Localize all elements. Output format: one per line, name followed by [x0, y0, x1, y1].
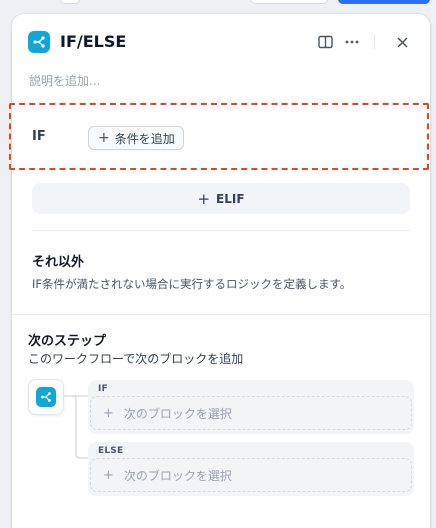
plus-icon: + [197, 189, 211, 208]
section-divider [12, 314, 430, 315]
select-next-block-label: 次のブロックを選択 [123, 468, 232, 483]
branch-connector [64, 395, 88, 459]
if-label: IF [32, 129, 46, 144]
select-next-block-button[interactable]: + 次のブロックを選択 [90, 396, 412, 430]
section-divider [32, 230, 410, 231]
description-input[interactable]: 説明を追加... [29, 72, 100, 89]
toolbar-remnant [250, 0, 328, 4]
more-dots-icon[interactable] [343, 33, 361, 51]
toolbar-remnant-primary [338, 0, 430, 4]
add-elif-button[interactable]: + ELIF [32, 183, 410, 214]
next-step-description: このワークフローで次のブロックを追加 [28, 352, 244, 366]
close-icon[interactable] [393, 33, 411, 51]
if-else-branch-icon [36, 387, 56, 407]
else-description: IF条件が満たされない場合に実行するロジックを定義します。 [32, 277, 352, 291]
panel-title: IF/ELSE [60, 32, 127, 51]
branch-else: ELSE + 次のブロックを選択 [88, 442, 414, 496]
elif-label: ELIF [216, 191, 245, 206]
select-next-block-label: 次のブロックを選択 [123, 406, 232, 421]
if-else-branch-icon [28, 31, 50, 53]
current-node-thumbnail [28, 379, 64, 415]
panel-header: IF/ELSE [12, 14, 430, 72]
branch-if: IF + 次のブロックを選択 [88, 380, 414, 434]
else-title: それ以外 [32, 255, 85, 270]
plus-icon: + [98, 130, 110, 146]
header-divider [374, 35, 375, 49]
plus-icon: + [103, 405, 114, 421]
add-condition-label: 条件を追加 [114, 131, 175, 146]
select-next-block-button[interactable]: + 次のブロックを選択 [90, 458, 412, 492]
plus-icon: + [103, 467, 114, 483]
book-open-icon[interactable] [316, 33, 334, 51]
branch-label: IF [98, 384, 108, 394]
add-condition-button[interactable]: + 条件を追加 [88, 126, 184, 150]
if-condition-highlight [9, 103, 429, 170]
next-step-title: 次のステップ [28, 334, 107, 349]
branch-label: ELSE [98, 446, 124, 456]
node-settings-panel: IF/ELSE 説明を追加... IF + 条件を追加 + ELIF それ以外 … [9, 14, 430, 528]
toolbar-remnant [60, 0, 80, 4]
